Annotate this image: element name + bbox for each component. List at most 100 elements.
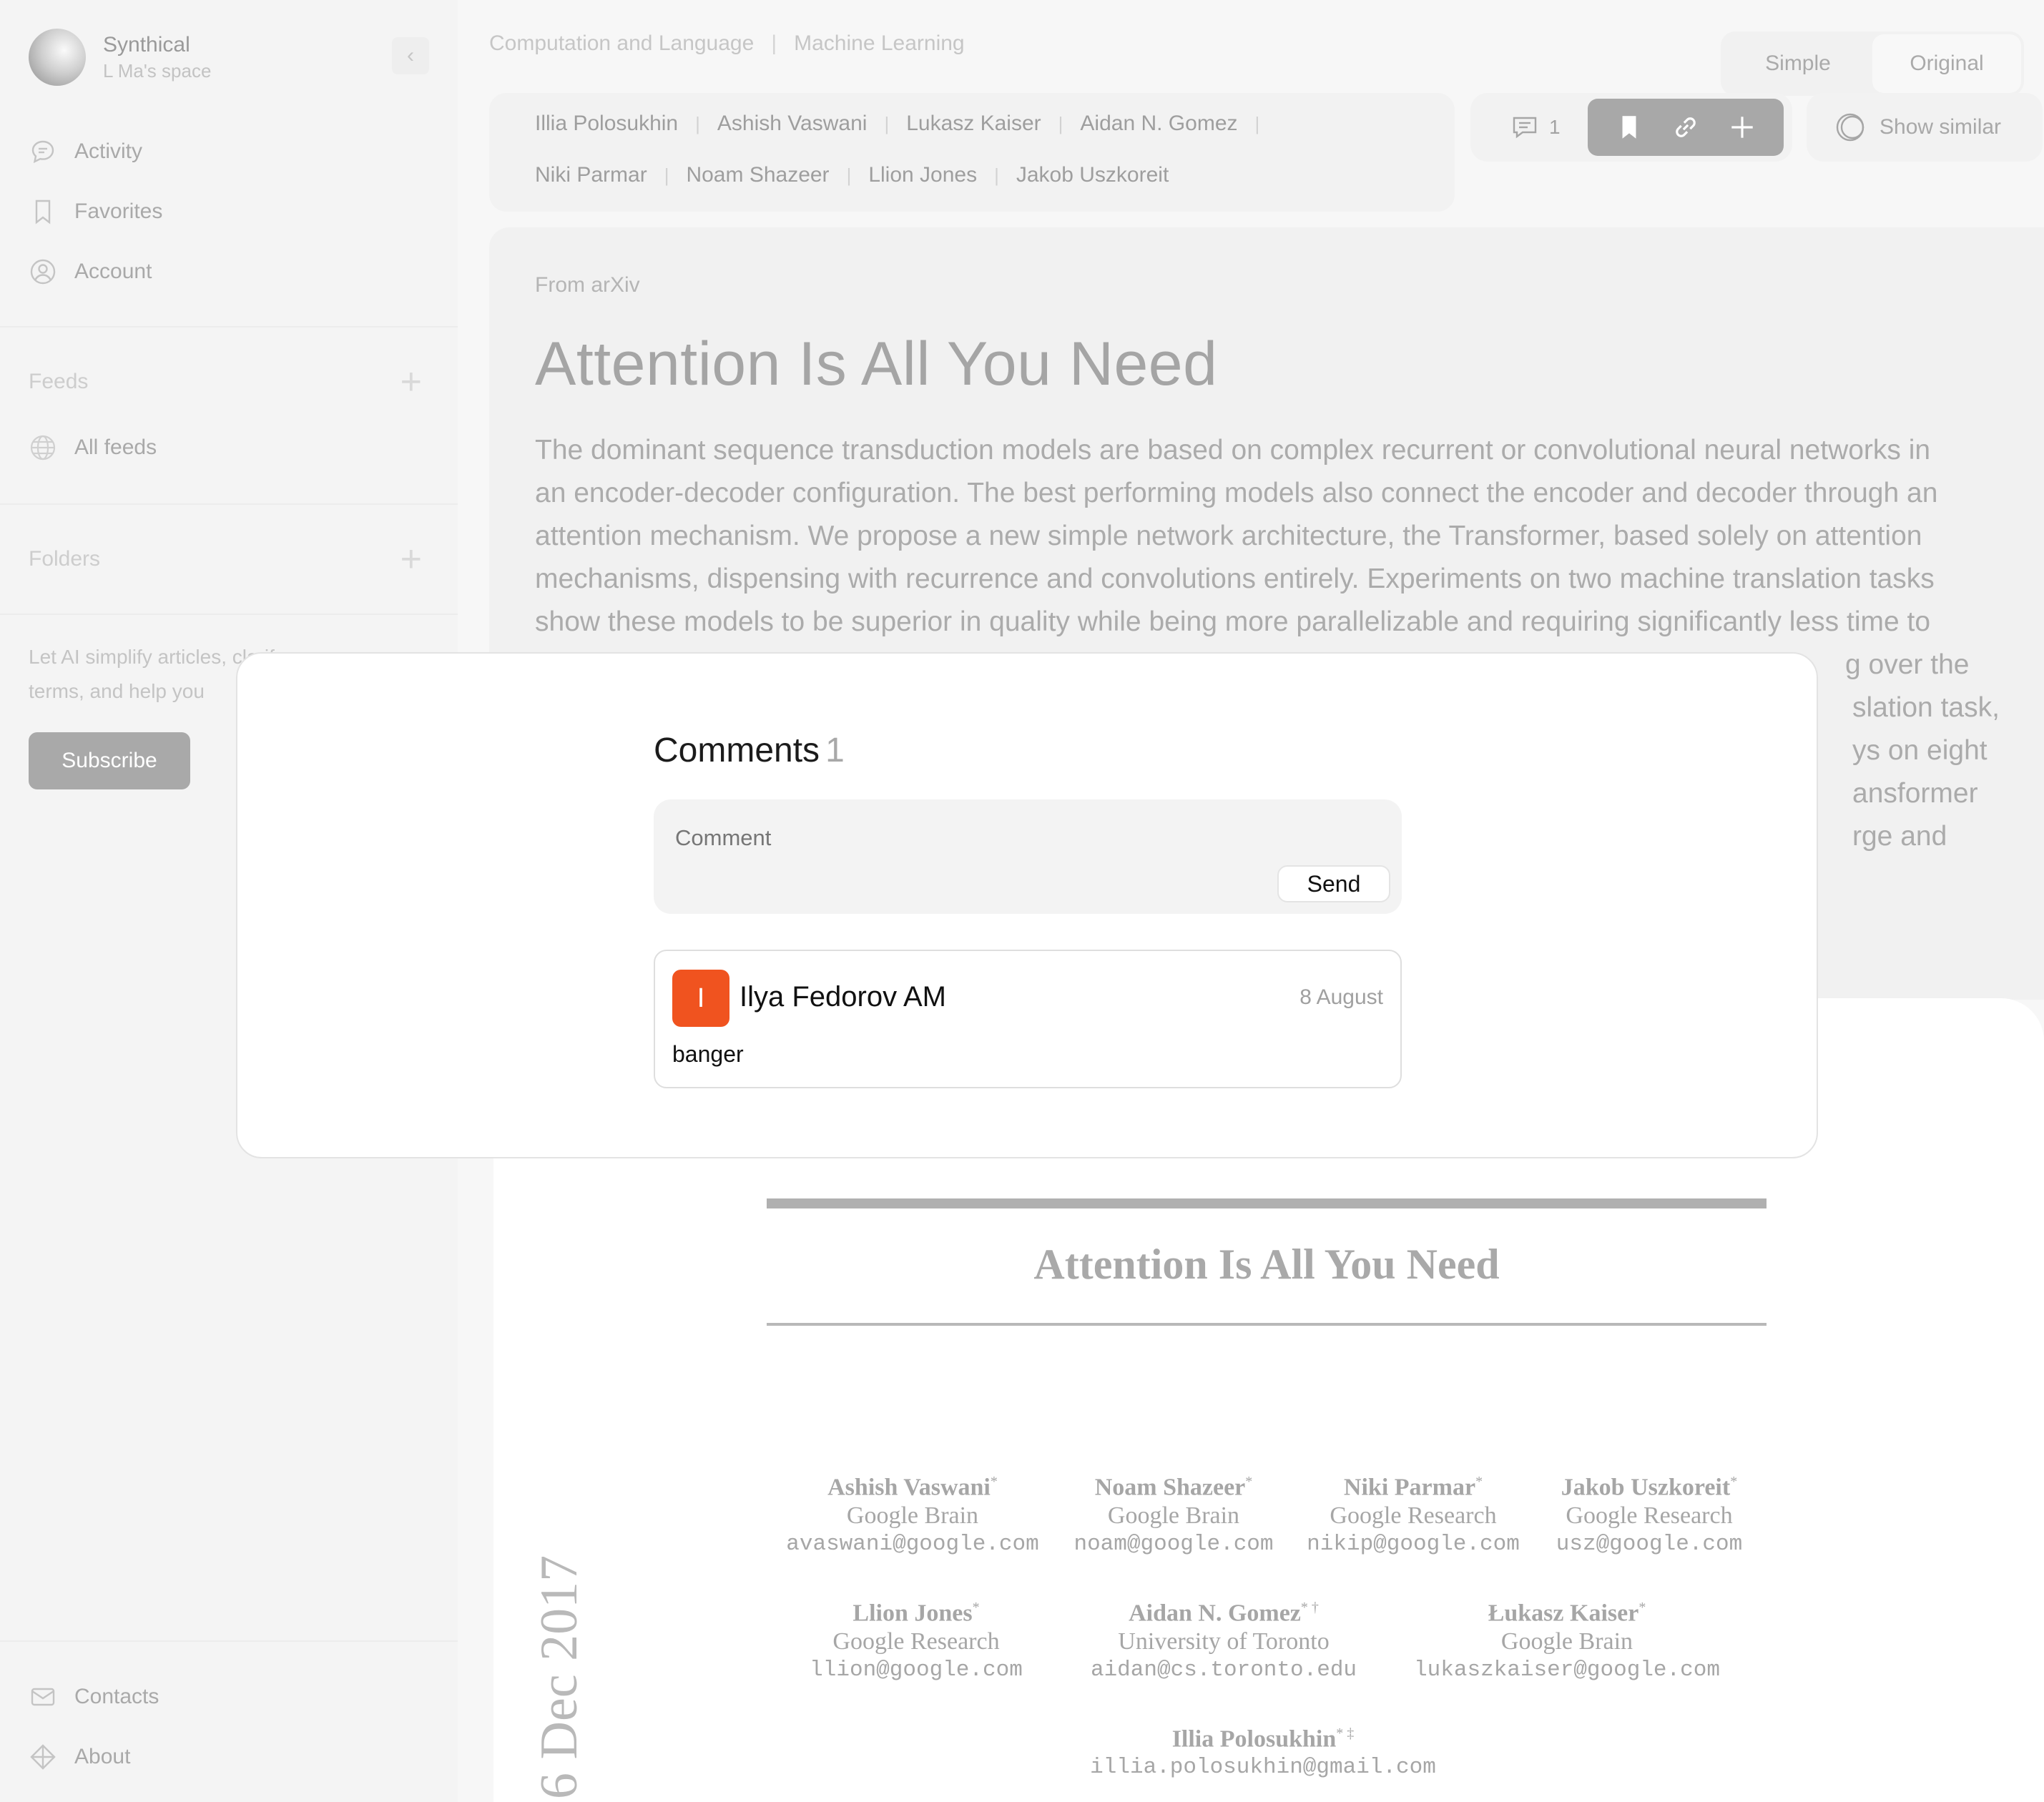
sidebar-item-favorites[interactable]: Favorites — [29, 190, 429, 233]
author-link[interactable]: Niki Parmar — [535, 163, 647, 187]
author-separator: | — [884, 112, 890, 134]
sidebar-item-contacts[interactable]: Contacts — [29, 1675, 429, 1718]
paper-title-rule — [767, 1198, 1767, 1208]
user-circle-icon — [30, 259, 56, 285]
author-link[interactable]: Aidan N. Gomez — [1080, 112, 1237, 136]
space-owner: L Ma's space — [103, 60, 212, 82]
show-similar-button[interactable]: Show similar — [1807, 93, 2043, 162]
tab-simple[interactable]: Simple — [1724, 34, 1872, 93]
paper-author-org: Google Brain — [1500, 1628, 1633, 1655]
author-link[interactable]: Lukasz Kaiser — [906, 112, 1041, 136]
author-separator: | — [846, 164, 852, 186]
article-source: From arXiv — [535, 273, 640, 297]
sidebar-item-label: Contacts — [74, 1685, 159, 1708]
send-button[interactable]: Send — [1277, 865, 1390, 902]
author-separator: | — [1058, 112, 1063, 134]
article-actions: 1 — [1470, 93, 1792, 162]
paper-author: Illia Polosukhin* ‡ illia.polosukhin@gma… — [1084, 1719, 1442, 1782]
paper-title: Attention Is All You Need — [1033, 1241, 1500, 1288]
feeds-label: Feeds — [29, 370, 89, 393]
footnote-mark: * — [990, 1474, 998, 1490]
author-separator: | — [695, 112, 700, 134]
sidebar-item-account[interactable]: Account — [29, 250, 429, 293]
breadcrumb: Computation and Language | Machine Learn… — [489, 31, 965, 56]
paper-author-org: Google Research — [1566, 1502, 1733, 1530]
space-switcher[interactable]: Synthical L Ma's space ‹ — [29, 27, 429, 87]
author-separator: | — [994, 164, 999, 186]
comments-title: Comments 1 — [654, 731, 845, 770]
sidebar-item-label: Favorites — [74, 200, 163, 223]
paper-author: Noam Shazeer* Google Brain noam@google.c… — [1070, 1467, 1277, 1559]
footnote-mark: * — [1730, 1474, 1738, 1490]
paper-title-rule — [767, 1323, 1767, 1326]
comment-input[interactable] — [675, 824, 1247, 852]
breadcrumb-item[interactable]: Machine Learning — [794, 31, 965, 56]
chat-bubble-icon — [31, 140, 54, 164]
add-feed-icon[interactable]: + — [401, 360, 422, 403]
action-icon-group — [1588, 99, 1784, 156]
author-link[interactable]: Ashish Vaswani — [717, 112, 868, 136]
collapse-sidebar-button[interactable]: ‹ — [392, 37, 429, 74]
subscribe-button[interactable]: Subscribe — [29, 732, 190, 789]
comments-count: 1 — [825, 732, 845, 769]
paper-author-name: Llion Jones — [853, 1600, 973, 1627]
paper-author-email: illia.polosukhin@gmail.com — [1090, 1755, 1436, 1781]
author-separator: | — [1254, 112, 1260, 134]
comments-modal: Comments1 Send I Ilya Fedorov AM 8 Augus… — [236, 652, 1818, 1158]
paper-author: Niki Parmar* Google Research nikip@googl… — [1306, 1467, 1520, 1559]
paper-author-email: nikip@google.com — [1307, 1532, 1520, 1557]
footnote-mark: * ‡ — [1336, 1725, 1355, 1741]
paper-author-org: University of Toronto — [1118, 1628, 1330, 1655]
author-link[interactable]: Illia Polosukhin — [535, 112, 678, 136]
paper-author-email: llion@google.com — [810, 1658, 1023, 1683]
paper-author: Jakob Uszkoreit* Google Research usz@goo… — [1542, 1467, 1756, 1559]
author-link[interactable]: Jakob Uszkoreit — [1016, 163, 1169, 187]
sidebar-item-activity[interactable]: Activity — [29, 130, 429, 173]
abstract-line: show these models to be superior in qual… — [535, 606, 1931, 637]
space-avatar — [29, 29, 86, 86]
arxiv-side-date: 6 Dec 2017 — [530, 1555, 589, 1799]
comments-title-text: Comments — [654, 732, 820, 769]
author-link[interactable]: Llion Jones — [868, 163, 977, 187]
breadcrumb-separator: | — [771, 31, 777, 55]
paper-author-name: Niki Parmar — [1343, 1474, 1476, 1501]
folders-label: Folders — [29, 547, 101, 571]
add-folder-icon[interactable]: + — [401, 538, 422, 581]
paper-author-name: Aidan N. Gomez — [1129, 1600, 1301, 1627]
sidebar-item-about[interactable]: About — [29, 1735, 429, 1778]
comment-text: banger — [672, 1041, 744, 1067]
abstract-line: attention mechanism. We propose a new si… — [535, 521, 1922, 551]
paper-author-name: Illia Polosukhin — [1171, 1725, 1337, 1753]
tab-original[interactable]: Original — [1872, 34, 2021, 93]
paper-author: Aidan N. Gomez* † University of Toronto … — [1084, 1593, 1363, 1685]
chevron-left-icon: ‹ — [407, 44, 414, 67]
sidebar-item-all-feeds[interactable]: All feeds — [29, 426, 429, 469]
paper-author: Ashish Vaswani* Google Brain avaswani@go… — [784, 1467, 1041, 1559]
author-link[interactable]: Noam Shazeer — [686, 163, 829, 187]
paper-author-email: noam@google.com — [1073, 1532, 1274, 1557]
paper-author-email: aidan@cs.toronto.edu — [1090, 1658, 1357, 1683]
space-name: Synthical — [103, 33, 190, 56]
comments-button[interactable]: 1 — [1510, 113, 1561, 142]
paper-author-email: usz@google.com — [1556, 1532, 1743, 1557]
comment-author[interactable]: Ilya Fedorov AM — [740, 981, 946, 1013]
abstract-line: an encoder-decoder configuration. The be… — [535, 478, 1938, 508]
paper-author-org: Google Brain — [846, 1502, 979, 1530]
paper-author-name: Ashish Vaswani — [827, 1474, 991, 1501]
footnote-mark: * — [1475, 1474, 1483, 1490]
paper-author-email: avaswani@google.com — [786, 1532, 1039, 1557]
breadcrumb-item[interactable]: Computation and Language — [489, 31, 754, 56]
mail-icon — [31, 1688, 55, 1706]
link-icon[interactable] — [1671, 112, 1701, 142]
sidebar-divider — [0, 1640, 458, 1642]
feeds-section-header: Feeds + — [29, 360, 429, 403]
plus-icon[interactable] — [1727, 112, 1757, 142]
footnote-mark: * — [972, 1600, 980, 1615]
author-separator: | — [664, 164, 669, 186]
bookmark-icon — [35, 200, 51, 225]
footnote-mark: * — [1638, 1600, 1646, 1615]
bookmark-icon[interactable] — [1614, 112, 1644, 142]
avatar: I — [672, 970, 729, 1027]
sidebar-divider — [0, 503, 458, 505]
footnote-mark: * — [1245, 1474, 1253, 1490]
